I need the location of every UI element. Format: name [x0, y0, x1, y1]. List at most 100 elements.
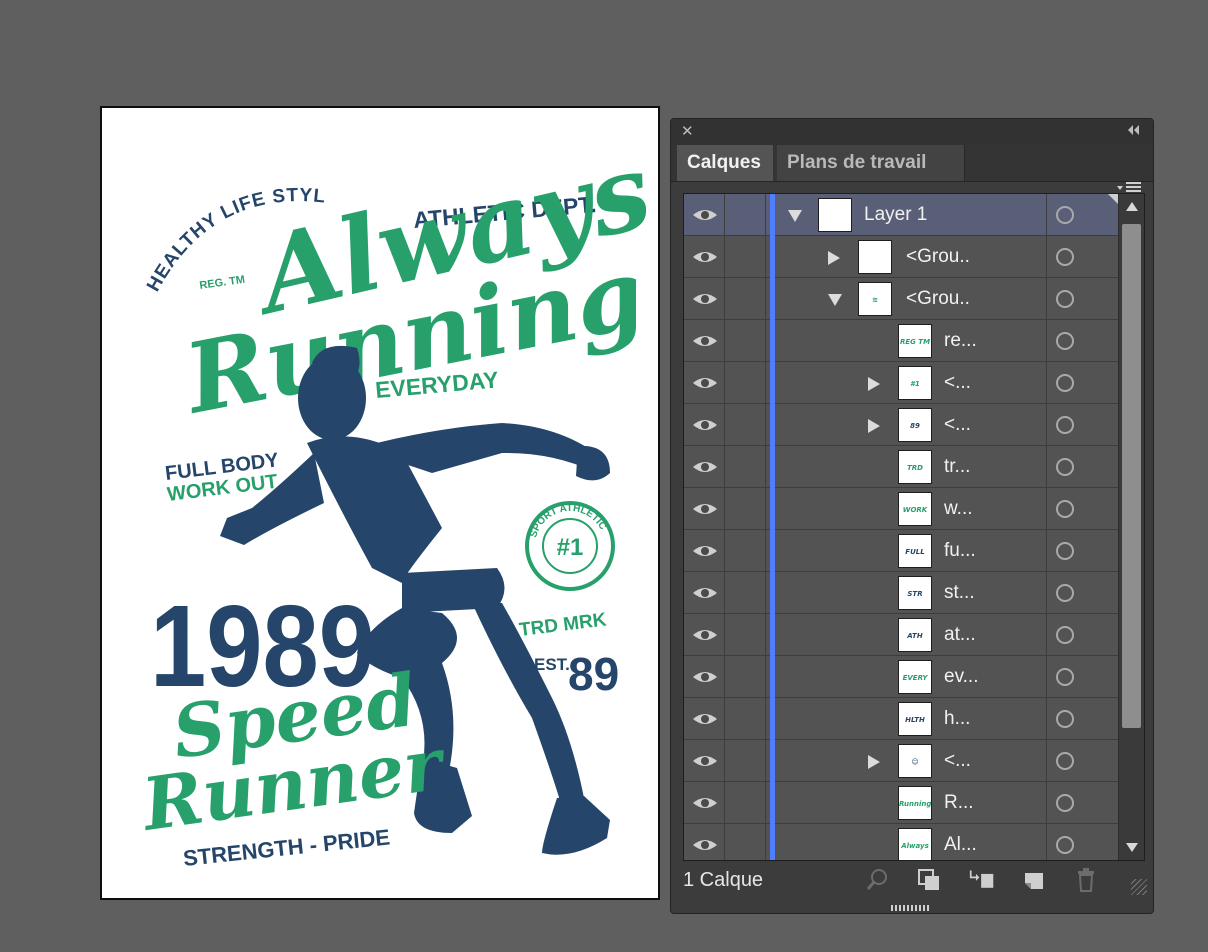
- locate-object-icon[interactable]: [865, 867, 891, 893]
- collapse-triangle-icon[interactable]: [788, 210, 802, 222]
- lock-toggle[interactable]: [724, 740, 766, 782]
- visibility-eye-icon[interactable]: [690, 834, 720, 856]
- lock-toggle[interactable]: [724, 446, 766, 488]
- target-circle-icon[interactable]: [1056, 626, 1074, 644]
- collapse-panel-icon[interactable]: [1125, 123, 1141, 137]
- visibility-eye-icon[interactable]: [690, 540, 720, 562]
- layer-name[interactable]: <Grou..: [906, 278, 970, 320]
- delete-layer-icon[interactable]: [1073, 867, 1099, 893]
- layer-name[interactable]: at...: [944, 614, 976, 656]
- visibility-eye-icon[interactable]: [690, 666, 720, 688]
- expand-triangle-icon[interactable]: [828, 251, 840, 265]
- expand-triangle-icon[interactable]: [868, 755, 880, 769]
- layer-row[interactable]: Always Al...: [684, 824, 1118, 860]
- layer-name[interactable]: h...: [944, 698, 970, 740]
- layer-row[interactable]: HLTH h...: [684, 698, 1118, 740]
- lock-toggle[interactable]: [724, 530, 766, 572]
- visibility-eye-icon[interactable]: [690, 456, 720, 478]
- target-circle-icon[interactable]: [1056, 500, 1074, 518]
- layer-row[interactable]: TRD MRK tr...: [684, 446, 1118, 488]
- create-new-layer-icon[interactable]: [1021, 867, 1047, 893]
- visibility-eye-icon[interactable]: [690, 792, 720, 814]
- create-sublayer-icon[interactable]: [969, 867, 995, 893]
- target-circle-icon[interactable]: [1056, 794, 1074, 812]
- collapse-triangle-icon[interactable]: [828, 294, 842, 306]
- target-circle-icon[interactable]: [1056, 416, 1074, 434]
- layer-row-layer-1[interactable]: Layer 1: [684, 194, 1118, 236]
- target-circle-icon[interactable]: [1056, 752, 1074, 770]
- layer-row[interactable]: ≋ <Grou..: [684, 278, 1118, 320]
- visibility-eye-icon[interactable]: [690, 498, 720, 520]
- layer-row[interactable]: ☺ <...: [684, 740, 1118, 782]
- expand-triangle-icon[interactable]: [868, 419, 880, 433]
- lock-toggle[interactable]: [724, 320, 766, 362]
- layer-name[interactable]: <Grou..: [906, 236, 970, 278]
- visibility-eye-icon[interactable]: [690, 372, 720, 394]
- close-icon[interactable]: ✕: [681, 122, 694, 140]
- layer-row[interactable]: ATH at...: [684, 614, 1118, 656]
- target-circle-icon[interactable]: [1056, 206, 1074, 224]
- panel-drag-grip[interactable]: [891, 905, 931, 911]
- lock-toggle[interactable]: [724, 362, 766, 404]
- target-circle-icon[interactable]: [1056, 458, 1074, 476]
- layer-name[interactable]: fu...: [944, 530, 976, 572]
- layer-row[interactable]: <Grou..: [684, 236, 1118, 278]
- layer-row[interactable]: WORK w...: [684, 488, 1118, 530]
- resize-grip-icon[interactable]: [1131, 879, 1147, 895]
- target-circle-icon[interactable]: [1056, 584, 1074, 602]
- lock-toggle[interactable]: [724, 404, 766, 446]
- layer-row[interactable]: EVERY ev...: [684, 656, 1118, 698]
- lock-toggle[interactable]: [724, 488, 766, 530]
- layer-row[interactable]: Running R...: [684, 782, 1118, 824]
- layer-name[interactable]: re...: [944, 320, 977, 362]
- target-circle-icon[interactable]: [1056, 668, 1074, 686]
- artboard[interactable]: HEALTHY LIFE STYLE ATHLETIC DEPT. REG. T…: [100, 106, 660, 900]
- layer-name[interactable]: <...: [944, 404, 971, 446]
- layer-row[interactable]: 89 <...: [684, 404, 1118, 446]
- target-circle-icon[interactable]: [1056, 374, 1074, 392]
- layer-name[interactable]: R...: [944, 782, 974, 824]
- layer-row[interactable]: REG TM re...: [684, 320, 1118, 362]
- layer-list[interactable]: Layer 1 <Grou.. ≋ <Grou.. REG TM re... #1 <... 8…: [683, 193, 1145, 861]
- panel-titlebar[interactable]: ✕: [671, 119, 1153, 145]
- visibility-eye-icon[interactable]: [690, 414, 720, 436]
- layer-row[interactable]: FULL fu...: [684, 530, 1118, 572]
- lock-toggle[interactable]: [724, 278, 766, 320]
- layer-name[interactable]: ev...: [944, 656, 979, 698]
- tab-plans-de-travail[interactable]: Plans de travail: [777, 145, 965, 181]
- expand-triangle-icon[interactable]: [868, 377, 880, 391]
- lock-toggle[interactable]: [724, 698, 766, 740]
- make-clipping-mask-icon[interactable]: [916, 867, 942, 893]
- target-circle-icon[interactable]: [1056, 248, 1074, 266]
- layer-name[interactable]: <...: [944, 740, 971, 782]
- target-circle-icon[interactable]: [1056, 710, 1074, 728]
- target-circle-icon[interactable]: [1056, 332, 1074, 350]
- visibility-eye-icon[interactable]: [690, 624, 720, 646]
- visibility-eye-icon[interactable]: [690, 582, 720, 604]
- lock-toggle[interactable]: [724, 572, 766, 614]
- visibility-eye-icon[interactable]: [690, 288, 720, 310]
- layer-name[interactable]: w...: [944, 488, 973, 530]
- layer-row[interactable]: #1 <...: [684, 362, 1118, 404]
- target-circle-icon[interactable]: [1056, 836, 1074, 854]
- scroll-up-arrow-icon[interactable]: [1126, 202, 1138, 211]
- lock-toggle[interactable]: [724, 782, 766, 824]
- tab-calques[interactable]: Calques: [677, 145, 773, 181]
- visibility-eye-icon[interactable]: [690, 330, 720, 352]
- layer-name[interactable]: Layer 1: [864, 194, 927, 236]
- layer-row[interactable]: STR st...: [684, 572, 1118, 614]
- visibility-eye-icon[interactable]: [690, 708, 720, 730]
- visibility-eye-icon[interactable]: [690, 246, 720, 268]
- layer-list-scrollbar[interactable]: [1119, 194, 1144, 860]
- layer-name[interactable]: Al...: [944, 824, 977, 860]
- layer-name[interactable]: st...: [944, 572, 975, 614]
- layer-name[interactable]: <...: [944, 362, 971, 404]
- lock-toggle[interactable]: [724, 656, 766, 698]
- visibility-eye-icon[interactable]: [690, 750, 720, 772]
- layer-name[interactable]: tr...: [944, 446, 970, 488]
- scroll-down-arrow-icon[interactable]: [1126, 843, 1138, 852]
- visibility-eye-icon[interactable]: [690, 204, 720, 226]
- lock-toggle[interactable]: [724, 194, 766, 236]
- lock-toggle[interactable]: [724, 236, 766, 278]
- lock-toggle[interactable]: [724, 614, 766, 656]
